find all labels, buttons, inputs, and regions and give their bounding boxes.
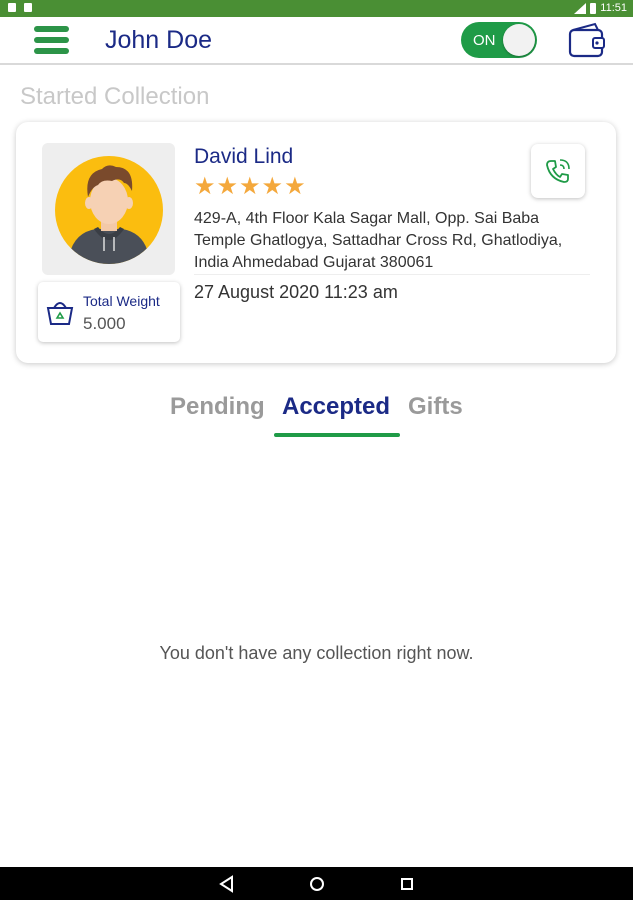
phone-call-icon — [546, 159, 570, 183]
rating-stars: ★ ★ ★ ★ ★ — [194, 175, 306, 199]
collection-card[interactable]: Total Weight 5.000 David Lind ★ ★ ★ ★ ★ 429-… — [16, 122, 616, 363]
avatar-icon — [55, 156, 163, 264]
star-icon: ★ — [239, 173, 261, 200]
customer-address: 429-A, 4th Floor Kala Sagar Mall, Opp. S… — [194, 210, 563, 271]
total-weight-box: Total Weight 5.000 — [38, 282, 180, 342]
status-indicators: 11:51 — [574, 2, 627, 15]
status-time: 11:51 — [600, 2, 627, 14]
status-bar: 11:51 — [0, 0, 633, 17]
customer-name: David Lind — [194, 145, 294, 168]
call-button[interactable] — [531, 144, 585, 198]
star-icon: ★ — [216, 173, 239, 200]
active-tab-indicator — [274, 433, 400, 437]
online-toggle[interactable]: ON — [461, 22, 537, 58]
tab-gifts[interactable]: Gifts — [408, 393, 463, 421]
star-icon: ★ — [194, 173, 216, 200]
empty-state-message: You don't have any collection right now. — [159, 643, 474, 663]
star-icon: ★ — [261, 173, 284, 200]
notification-icon — [24, 3, 32, 12]
hamburger-menu-icon[interactable] — [34, 24, 70, 56]
back-icon[interactable] — [218, 875, 236, 893]
avatar — [42, 143, 175, 275]
toggle-label: ON — [473, 32, 496, 49]
tab-accepted[interactable]: Accepted — [282, 393, 390, 421]
total-weight-value: 5.000 — [83, 314, 126, 333]
system-nav-bar — [0, 867, 633, 900]
toggle-knob — [503, 24, 535, 56]
total-weight-label: Total Weight — [83, 293, 160, 309]
section-title: Started Collection — [20, 83, 210, 110]
star-icon: ★ — [284, 173, 306, 200]
signal-icon — [574, 3, 587, 14]
user-name: John Doe — [105, 26, 213, 54]
wallet-icon[interactable] — [567, 21, 607, 59]
recents-icon[interactable] — [398, 875, 416, 893]
notification-icon — [8, 3, 16, 12]
basket-icon — [46, 302, 74, 325]
notification-icons — [8, 3, 32, 12]
divider — [194, 274, 590, 275]
battery-icon — [590, 3, 597, 14]
app-bar: John Doe ON — [0, 17, 633, 65]
tab-pending[interactable]: Pending — [170, 393, 265, 421]
collection-datetime: 27 August 2020 11:23 am — [194, 282, 398, 302]
home-icon[interactable] — [308, 875, 326, 893]
